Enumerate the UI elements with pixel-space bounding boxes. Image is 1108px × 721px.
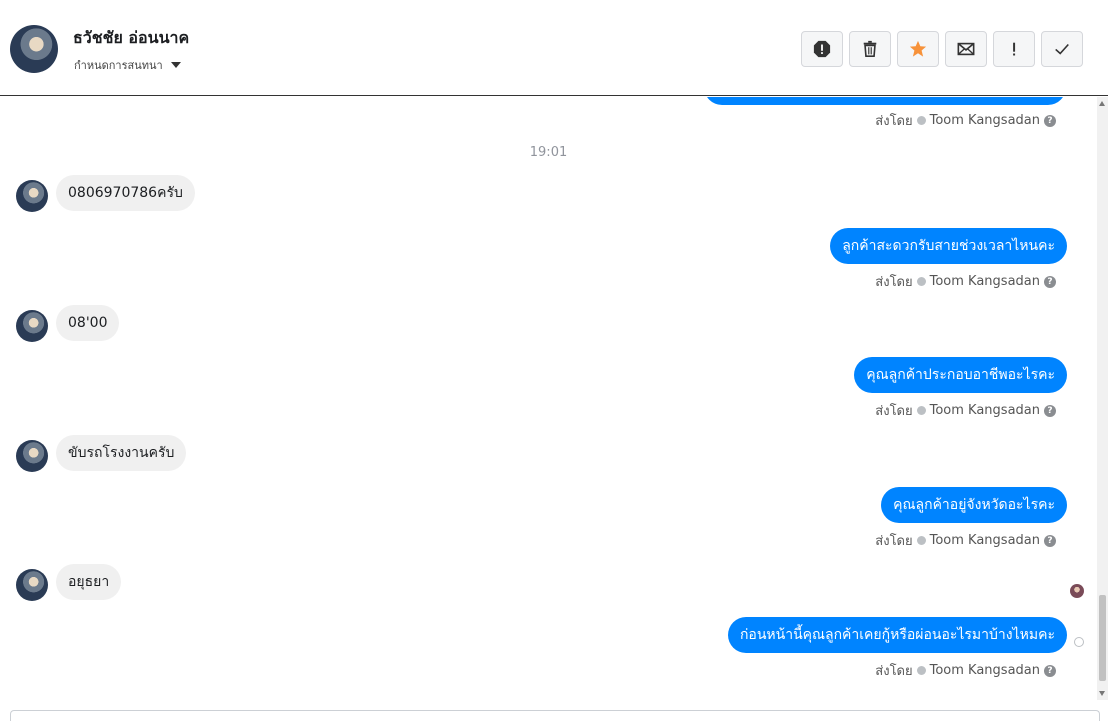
message-bubble-outgoing[interactable]: คุณลูกค้าประกอบอาชีพอะไรคะ — [854, 357, 1067, 393]
verified-icon — [916, 116, 926, 125]
help-icon[interactable]: ? — [1044, 664, 1056, 677]
exclamation-icon — [1013, 42, 1016, 56]
contact-avatar[interactable] — [10, 25, 58, 73]
delivered-status-icon — [1074, 637, 1084, 647]
message-bubble-outgoing-partial[interactable] — [704, 97, 1066, 105]
star-button[interactable] — [897, 31, 939, 67]
chat-scrollbar[interactable] — [1097, 97, 1108, 700]
sender-name[interactable]: Toom Kangsadan — [930, 403, 1040, 418]
seen-by-avatar — [1070, 584, 1084, 598]
message-thread: ส่งโดย Toom Kangsadan ? 19:01 0806970786… — [0, 97, 1097, 707]
scroll-thumb[interactable] — [1099, 595, 1106, 681]
spam-icon — [813, 40, 831, 58]
scroll-up-arrow-icon[interactable] — [1099, 101, 1105, 106]
message-bubble-outgoing[interactable]: ลูกค้าสะดวกรับสายช่วงเวลาไหนคะ — [830, 228, 1067, 264]
sender-name[interactable]: Toom Kangsadan — [930, 663, 1040, 678]
contact-avatar-small[interactable] — [16, 180, 48, 212]
message-bubble-outgoing[interactable]: คุณลูกค้าอยู่จังหวัดอะไรคะ — [881, 487, 1067, 523]
trash-icon — [863, 40, 877, 58]
mark-unread-button[interactable] — [945, 31, 987, 67]
contact-name[interactable]: ธวัชชัย อ่อนนาค — [73, 26, 189, 51]
assign-label: กำหนดการสนทนา — [74, 59, 163, 72]
verified-icon — [916, 666, 926, 675]
help-icon[interactable]: ? — [1044, 114, 1056, 127]
contact-avatar-small[interactable] — [16, 569, 48, 601]
verified-icon — [916, 536, 926, 545]
sent-by-line: ส่งโดย Toom Kangsadan ? — [875, 530, 1056, 551]
checkmark-icon — [1055, 43, 1069, 55]
contact-avatar-small[interactable] — [16, 440, 48, 472]
verified-icon — [916, 406, 926, 415]
sender-name[interactable]: Toom Kangsadan — [930, 274, 1040, 289]
sent-by-line: ส่งโดย Toom Kangsadan ? — [875, 400, 1056, 421]
message-bubble-incoming[interactable]: 0806970786ครับ — [56, 175, 195, 211]
message-bubble-incoming[interactable]: อยุธยา — [56, 564, 122, 600]
message-composer[interactable] — [10, 710, 1100, 721]
caret-down-icon — [170, 62, 181, 68]
scroll-down-arrow-icon[interactable] — [1099, 691, 1105, 696]
sent-by-line: ส่งโดย Toom Kangsadan ? — [875, 271, 1056, 292]
sent-by-line: ส่งโดย Toom Kangsadan ? — [875, 110, 1056, 131]
mark-done-button[interactable] — [1041, 31, 1083, 67]
assign-conversation-dropdown[interactable]: กำหนดการสนทนา — [74, 56, 181, 74]
conversation-header: ธวัชชัย อ่อนนาค กำหนดการสนทนา — [0, 0, 1108, 96]
delete-button[interactable] — [849, 31, 891, 67]
help-icon[interactable]: ? — [1044, 404, 1056, 417]
help-icon[interactable]: ? — [1044, 275, 1056, 288]
star-icon — [909, 40, 927, 57]
message-bubble-incoming[interactable]: ขับรถโรงงานครับ — [56, 435, 187, 471]
sender-name[interactable]: Toom Kangsadan — [930, 113, 1040, 128]
follow-up-button[interactable] — [993, 31, 1035, 67]
sender-name[interactable]: Toom Kangsadan — [930, 533, 1040, 548]
message-bubble-outgoing[interactable]: ก่อนหน้านี้คุณลูกค้าเคยกู้หรือผ่อนอะไรมา… — [727, 617, 1067, 653]
verified-icon — [916, 277, 926, 286]
time-divider: 19:01 — [529, 145, 568, 160]
message-bubble-incoming[interactable]: 08'00 — [56, 305, 120, 341]
envelope-icon — [957, 42, 975, 56]
sent-by-line: ส่งโดย Toom Kangsadan ? — [875, 660, 1056, 681]
contact-avatar-small[interactable] — [16, 310, 48, 342]
help-icon[interactable]: ? — [1044, 534, 1056, 547]
action-toolbar — [801, 31, 1083, 67]
mark-spam-button[interactable] — [801, 31, 843, 67]
